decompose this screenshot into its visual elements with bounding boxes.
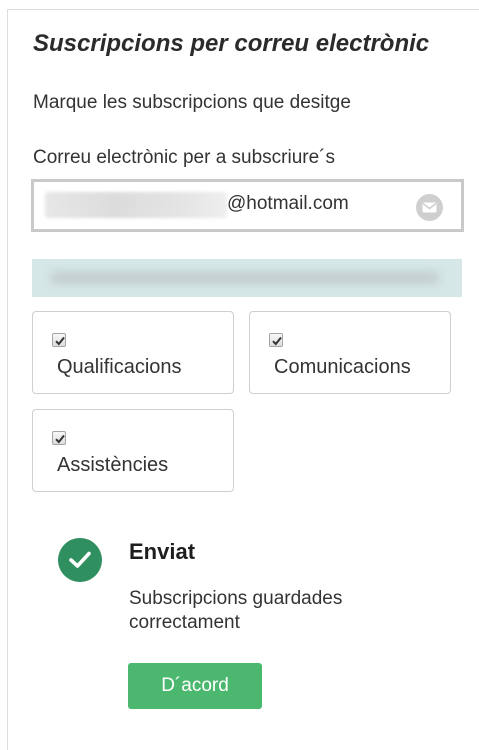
email-redacted-part: [45, 192, 227, 218]
option-comunicacions[interactable]: Comunicacions: [249, 311, 451, 394]
checkbox[interactable]: [269, 333, 283, 347]
ok-button[interactable]: D´acord: [128, 663, 262, 709]
success-title: Enviat: [129, 539, 196, 564]
checkbox[interactable]: [52, 333, 66, 347]
option-label: Qualificacions: [57, 356, 182, 378]
option-assistencies[interactable]: Assistències: [32, 409, 234, 492]
email-domain-text: @hotmail.com: [227, 193, 349, 214]
checkbox[interactable]: [52, 431, 66, 445]
mail-icon: [416, 194, 443, 221]
email-field[interactable]: @hotmail.com: [31, 179, 464, 232]
subscription-panel: Suscripcions per correu electrònic Marqu…: [7, 9, 479, 750]
email-label: Correu electrònic per a subscriure´s: [33, 147, 336, 168]
panel-subtitle: Marque les subscripcions que desitge: [33, 92, 351, 113]
option-label: Comunicacions: [274, 356, 411, 378]
option-label: Assistències: [57, 454, 169, 476]
success-message: Subscripcions guardades correctament: [129, 588, 343, 633]
option-qualificacions[interactable]: Qualificacions: [32, 311, 234, 394]
panel-title: Suscripcions per correu electrònic: [33, 30, 430, 57]
check-circle-icon: [58, 538, 102, 582]
redacted-banner: [32, 259, 462, 297]
